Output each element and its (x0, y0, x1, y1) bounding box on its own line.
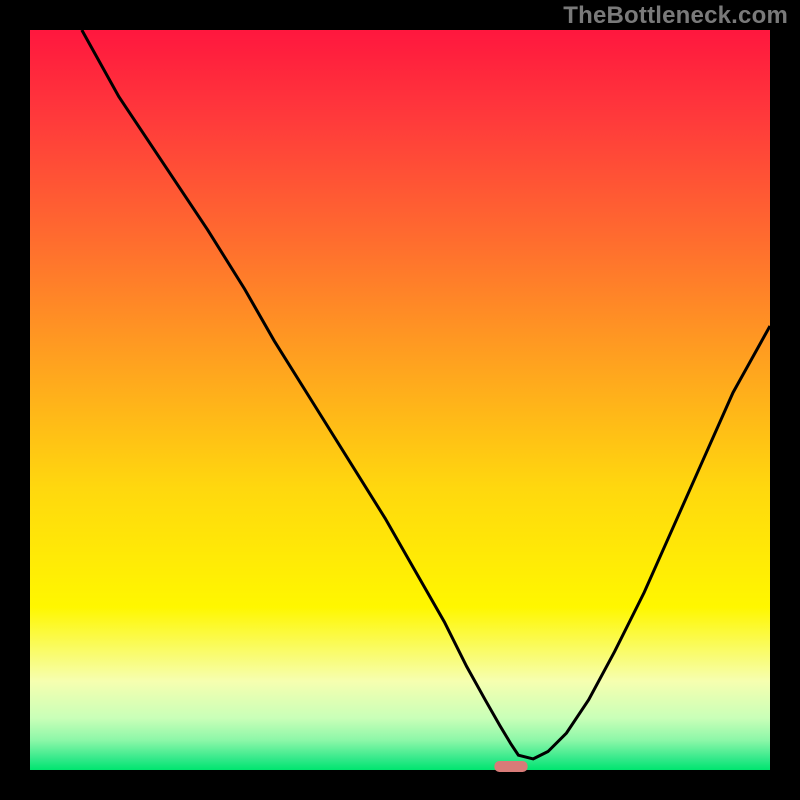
watermark-text: TheBottleneck.com (563, 2, 788, 30)
plot-background (30, 30, 770, 770)
bottleneck-chart (0, 0, 800, 800)
chart-container: TheBottleneck.com (0, 0, 800, 800)
optimal-marker (494, 761, 527, 772)
